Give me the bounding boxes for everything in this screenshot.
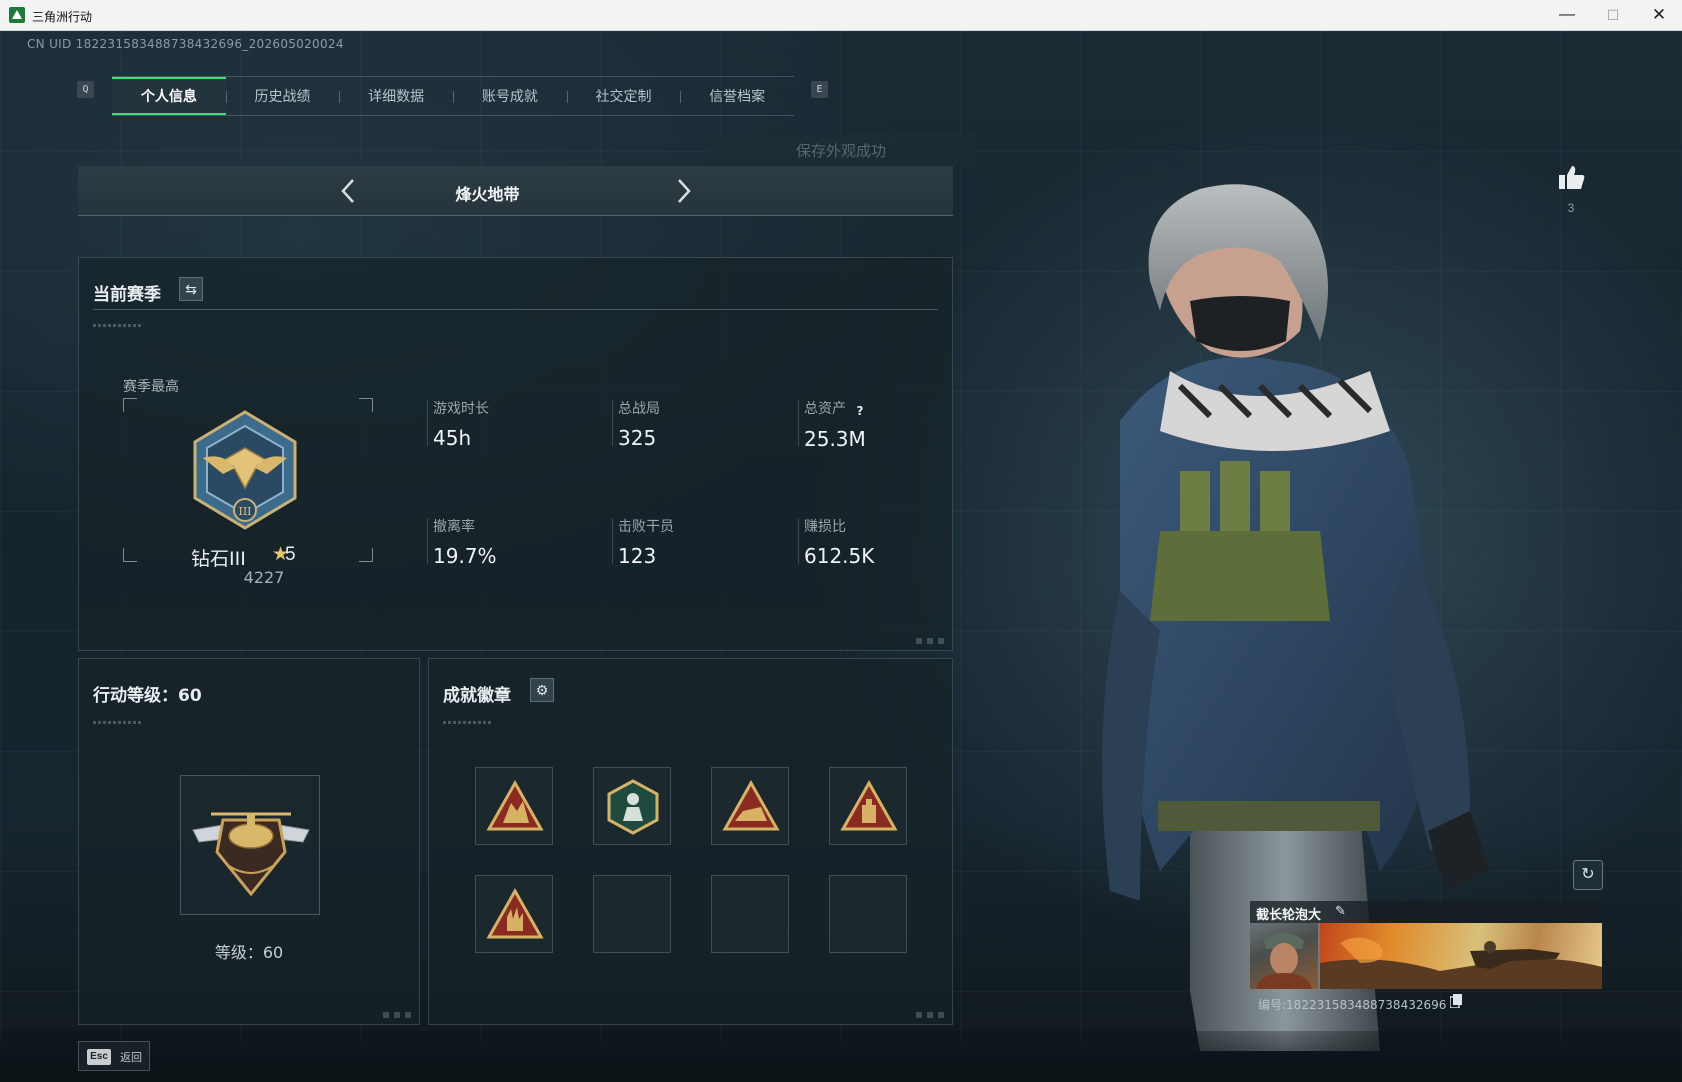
avatar — [1250, 923, 1318, 989]
stat-total-assets: 总资产? 25.3M — [798, 398, 954, 451]
save-success-toast: 保存外观成功 — [706, 133, 976, 167]
like-count: 3 — [1567, 201, 1575, 215]
chevron-right-icon[interactable] — [668, 176, 698, 206]
card-header: 截长轮泡大 ✎ — [1250, 901, 1602, 923]
stat-value: 19.7% — [433, 544, 497, 568]
game-viewport: CN UID 18223158348873843269​6_2026050200… — [0, 31, 1682, 1082]
badge-slot-empty[interactable] — [829, 875, 907, 953]
copy-icon[interactable] — [1450, 994, 1462, 1008]
stat-extract-rate: 撤离率 19.7% — [427, 516, 583, 568]
bracket-corner — [123, 548, 137, 562]
tab-personal-info[interactable]: 个人信息 — [112, 77, 226, 115]
decoration — [383, 1012, 411, 1018]
back-button[interactable]: Esc 返回 — [78, 1041, 150, 1071]
triangle-badge-icon — [722, 779, 780, 831]
swap-icon[interactable]: ⇆ — [179, 277, 203, 301]
stat-value: 325 — [618, 426, 657, 450]
stat-play-time: 游戏时长 45h — [427, 398, 583, 450]
badge-slot[interactable] — [475, 767, 553, 845]
edit-icon[interactable]: ✎ — [1335, 903, 1346, 919]
badges-title: 成就徽章 — [443, 686, 511, 706]
minimize-icon[interactable]: — — [1544, 0, 1590, 30]
svg-text:III: III — [238, 505, 251, 518]
stat-label: 赚损比 — [804, 519, 846, 535]
operator-portrait-icon — [1256, 933, 1312, 989]
player-name: 截长轮泡大 — [1256, 908, 1322, 923]
gear-icon[interactable]: ⚙ — [530, 678, 554, 702]
decoration — [443, 721, 491, 724]
stat-value: 612.5K — [804, 544, 875, 568]
prev-tab-key-hint[interactable]: Q — [77, 81, 94, 98]
triangle-badge-icon — [840, 779, 898, 831]
thumbs-up-icon[interactable] — [1556, 163, 1586, 193]
level-text: 等级：60 — [214, 943, 284, 962]
triangle-badge-icon — [486, 887, 544, 939]
divider — [93, 309, 938, 310]
stat-label: 撤离率 — [433, 519, 475, 535]
bottom-bar — [0, 1031, 1682, 1082]
current-season-panel: 当前赛季 ⇆ 赛季最高 III 钻石III ★ 5 4227 游戏时长 45h … — [78, 257, 953, 651]
season-title: 当前赛季 — [93, 285, 161, 305]
app-icon — [9, 7, 25, 23]
player-id: 编号:18223158348873843269​6 — [1258, 998, 1447, 1012]
level-badge — [180, 775, 320, 915]
achievement-badges-panel: 成就徽章 ⚙ — [428, 658, 953, 1025]
level-title: 行动等级：60 — [93, 686, 202, 706]
bracket-corner — [359, 398, 373, 412]
badge-slot-empty[interactable] — [593, 875, 671, 953]
tab-bar: 个人信息 历史战绩 详细数据 账号成就 社交定制 信誉档案 — [112, 76, 794, 116]
action-level-panel: 行动等级：60 等级：60 — [78, 658, 420, 1025]
mode-title: 烽火地带 — [455, 185, 520, 204]
stat-value: 123 — [618, 544, 657, 568]
stat-label: 游戏时长 — [433, 401, 489, 417]
stat-label: 击败干员 — [618, 519, 674, 535]
refresh-icon[interactable]: ↻ — [1573, 860, 1603, 890]
badge-slot[interactable] — [593, 767, 671, 845]
tab-detailed-data[interactable]: 详细数据 — [339, 77, 453, 115]
tab-social-custom[interactable]: 社交定制 — [566, 77, 681, 115]
uid-line: CN UID 18223158348873843269​6_2026050200… — [27, 37, 344, 51]
battle-banner-image — [1320, 937, 1602, 989]
badge-slot[interactable] — [829, 767, 907, 845]
rank-name: 钻石III — [191, 548, 246, 570]
help-icon[interactable]: ? — [852, 403, 868, 419]
window-titlebar: 三角洲行动 — ☐ ✕ — [0, 0, 1682, 31]
tab-history[interactable]: 历史战绩 — [225, 77, 340, 115]
triangle-badge-icon — [486, 779, 544, 831]
mode-selector: 烽火地带 — [78, 166, 953, 216]
stat-total-matches: 总战局 325 — [612, 398, 768, 450]
season-best-label: 赛季最高 — [123, 379, 179, 395]
badge-slot-empty[interactable] — [711, 875, 789, 953]
bracket-corner — [359, 548, 373, 562]
helicopter-badge-icon — [192, 812, 310, 897]
player-card[interactable]: 截长轮泡大 ✎ 编号:18223158348873843269​6 — [1250, 901, 1602, 1021]
stat-profit-ratio: 赚损比 612.5K — [798, 516, 954, 568]
window-title: 三角洲行动 — [32, 10, 93, 24]
decoration — [916, 638, 944, 644]
badge-slot[interactable] — [711, 767, 789, 845]
back-label: 返回 — [120, 1051, 142, 1064]
tab-credit-profile[interactable]: 信誉档案 — [680, 77, 794, 115]
stat-value: 25.3M — [804, 427, 866, 451]
maximize-icon[interactable]: ☐ — [1590, 0, 1636, 30]
tab-achievements[interactable]: 账号成就 — [453, 77, 567, 115]
diamond-rank-emblem-icon: III — [193, 410, 297, 530]
rank-score: 4227 — [243, 568, 285, 587]
decoration — [93, 721, 141, 724]
hexagon-badge-icon — [607, 779, 659, 835]
next-tab-key-hint[interactable]: E — [811, 81, 828, 98]
stat-label-text: 总资产 — [804, 401, 846, 417]
card-banner — [1320, 923, 1602, 989]
stat-label: 总资产? — [804, 398, 954, 419]
rank-stars: 5 — [285, 544, 296, 565]
stat-value: 45h — [433, 426, 472, 450]
esc-key-hint: Esc — [87, 1049, 111, 1065]
stat-label: 总战局 — [618, 401, 660, 417]
bracket-corner — [123, 398, 137, 412]
decoration — [93, 324, 141, 327]
badge-slot[interactable] — [475, 875, 553, 953]
close-icon[interactable]: ✕ — [1636, 0, 1682, 30]
stat-kills: 击败干员 123 — [612, 516, 768, 568]
decoration — [916, 1012, 944, 1018]
